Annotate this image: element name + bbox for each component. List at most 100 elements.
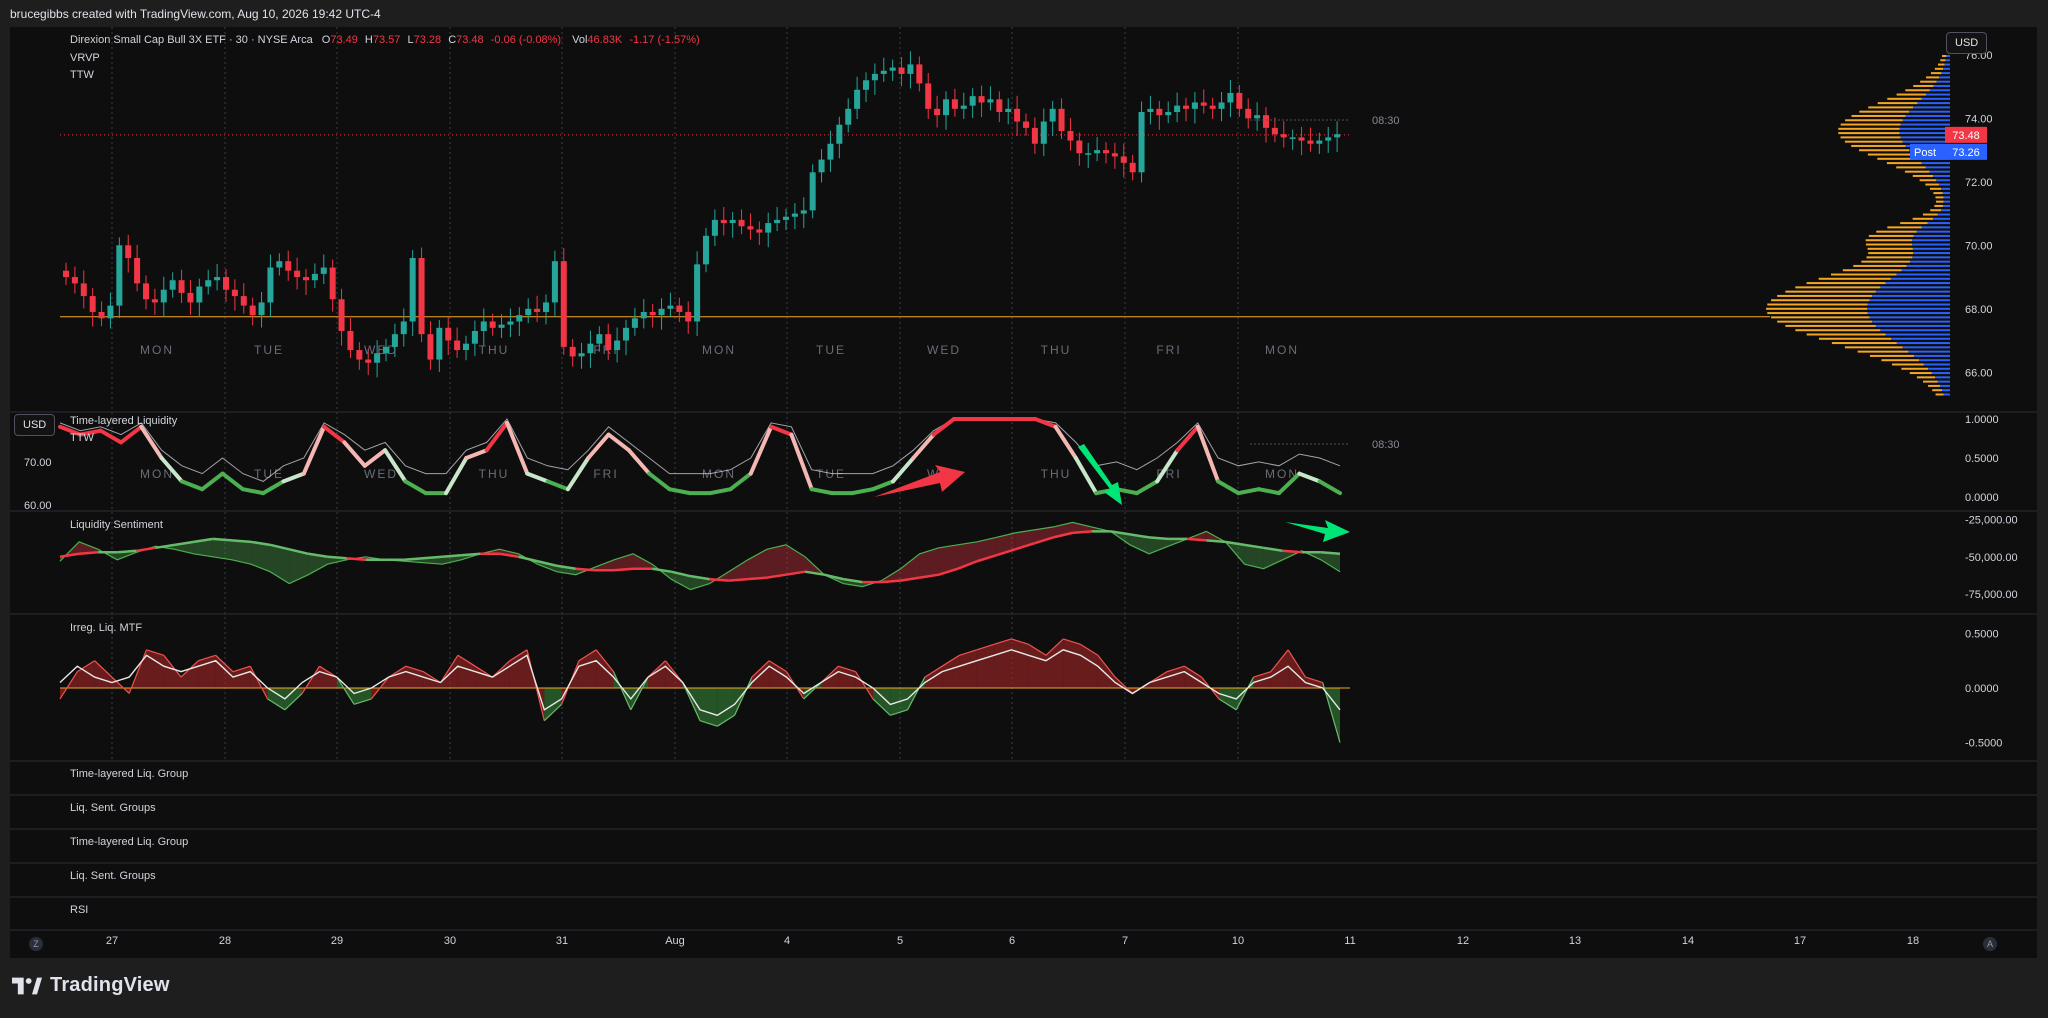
symbol-legend[interactable]: Direxion Small Cap Bull 3X ETF · 30 · NY…: [70, 34, 700, 46]
ls-axis-tick: -75,000.00: [1965, 589, 2018, 601]
ls-series-b: [1187, 537, 1207, 542]
volume-profile-bar-sell: [1935, 200, 1944, 203]
volume-profile-bar-buy: [1900, 123, 1950, 126]
candle: [649, 311, 656, 316]
volume-profile-bar-buy: [1908, 350, 1950, 353]
group-row-5[interactable]: RSI: [70, 904, 88, 916]
volume-profile-bar-buy: [1937, 380, 1950, 383]
volume-profile-bar-buy: [1946, 54, 1950, 57]
volume-profile-bar-sell: [1922, 380, 1938, 383]
volume-profile-bar-buy: [1943, 67, 1950, 70]
time-axis-tick: 5: [897, 935, 903, 947]
irr-pane-title[interactable]: Irreg. Liq. MTF: [70, 622, 142, 634]
candle: [267, 267, 274, 303]
candle: [783, 216, 789, 220]
volume-profile-bar-buy: [1916, 230, 1950, 233]
volume-profile-bar-sell: [1868, 106, 1914, 109]
tll-series-segment: [1134, 479, 1160, 496]
candle: [1271, 127, 1278, 135]
volume-profile-bar-buy: [1941, 72, 1950, 75]
group-row-4[interactable]: Liq. Sent. Groups: [70, 870, 156, 882]
candle: [1325, 137, 1332, 141]
irr-fill: [1011, 638, 1029, 688]
candle: [854, 89, 861, 109]
candle: [800, 210, 807, 214]
volume-profile-bar-sell: [1771, 299, 1870, 302]
candle: [871, 73, 878, 81]
candle: [107, 305, 114, 319]
volume-profile-bar-sell: [1916, 376, 1936, 379]
ls-fill: [747, 549, 767, 580]
auto-scale-button[interactable]: A: [1983, 937, 1997, 951]
candle: [569, 346, 576, 357]
time-axis-tick: 31: [556, 935, 568, 947]
ls-series-b: [231, 539, 252, 544]
candle: [1289, 137, 1296, 139]
candle: [951, 99, 958, 109]
volume-profile-bar-buy: [1912, 239, 1950, 242]
candle: [694, 264, 701, 322]
zoom-reset-button[interactable]: Z: [29, 937, 43, 951]
chart-canvas[interactable]: 76.0074.0072.0070.0068.0066.00MON TUE WED T…: [10, 27, 2037, 958]
tll-series-segment: [301, 424, 327, 476]
tll-series-segment: [1195, 424, 1221, 484]
volume-profile-bar-sell: [1766, 307, 1868, 310]
tll-pane-title[interactable]: Time-layered Liquidity: [70, 415, 177, 427]
irr-fill: [700, 688, 718, 727]
volume-profile-bar-sell: [1901, 367, 1929, 370]
volume-profile-bar-buy: [1913, 106, 1950, 109]
post-price-value: 73.26: [1952, 147, 1980, 159]
candle: [658, 308, 665, 316]
volume-profile-bar-sell: [1881, 359, 1920, 362]
candle: [1085, 153, 1092, 155]
currency-button[interactable]: USD: [1946, 32, 1988, 54]
volume-profile-bar-sell: [1896, 93, 1926, 96]
volume-profile-bar-buy: [1945, 59, 1950, 62]
candle: [898, 67, 905, 74]
volume-profile-bar-buy: [1899, 132, 1950, 135]
indicator-ttw[interactable]: TTW: [70, 69, 94, 81]
group-row-1[interactable]: Time-layered Liq. Group: [70, 768, 188, 780]
ls-series-b: [652, 567, 672, 573]
tll-series-segment: [870, 479, 896, 492]
volume-profile-bar-buy: [1900, 136, 1950, 139]
volume-profile-bar-buy: [1939, 76, 1950, 79]
time-axis-tick: 13: [1569, 935, 1581, 947]
volume-profile-bar-buy: [1937, 213, 1950, 216]
candle: [71, 277, 78, 284]
indicator-vrvp[interactable]: VRVP: [70, 52, 100, 64]
volume-profile-bar-sell: [1767, 312, 1868, 315]
candle: [1298, 137, 1305, 141]
candle: [889, 67, 896, 71]
irr-fill: [163, 655, 182, 688]
candle: [916, 64, 923, 84]
tll-series-segment: [179, 479, 205, 492]
volume-profile-bar-sell: [1904, 170, 1930, 173]
candle: [187, 292, 194, 303]
tradingview-logo[interactable]: TradingView: [12, 974, 170, 997]
volume-profile-bar-sell: [1920, 80, 1937, 83]
volume-profile-bar-buy: [1927, 222, 1950, 225]
group-row-2[interactable]: Liq. Sent. Groups: [70, 802, 156, 814]
volume-profile-bar-sell: [1912, 217, 1934, 220]
time-axis-tick: 27: [106, 935, 118, 947]
currency-button-left[interactable]: USD: [14, 414, 56, 436]
candle: [276, 261, 283, 268]
volume-profile-bar-sell: [1912, 174, 1934, 177]
candle: [880, 70, 887, 74]
symbol-title[interactable]: Direxion Small Cap Bull 3X ETF · 30 · NY…: [70, 34, 313, 46]
volume-profile-bar-buy: [1913, 252, 1950, 255]
ls-series-b: [747, 576, 767, 581]
candle: [969, 96, 976, 106]
tll-series-segment: [281, 471, 306, 484]
candle: [1103, 150, 1109, 154]
ls-pane-title[interactable]: Liquidity Sentiment: [70, 519, 163, 531]
group-row-3[interactable]: Time-layered Liq. Group: [70, 836, 188, 848]
tll-series-segment: [342, 440, 367, 468]
volume-profile-bar-sell: [1900, 222, 1928, 225]
candle: [214, 277, 221, 281]
candle: [1005, 108, 1012, 112]
volume-profile-bar-sell: [1857, 350, 1909, 353]
time-axis-tick: 10: [1232, 935, 1244, 947]
irr-fill: [77, 660, 95, 688]
